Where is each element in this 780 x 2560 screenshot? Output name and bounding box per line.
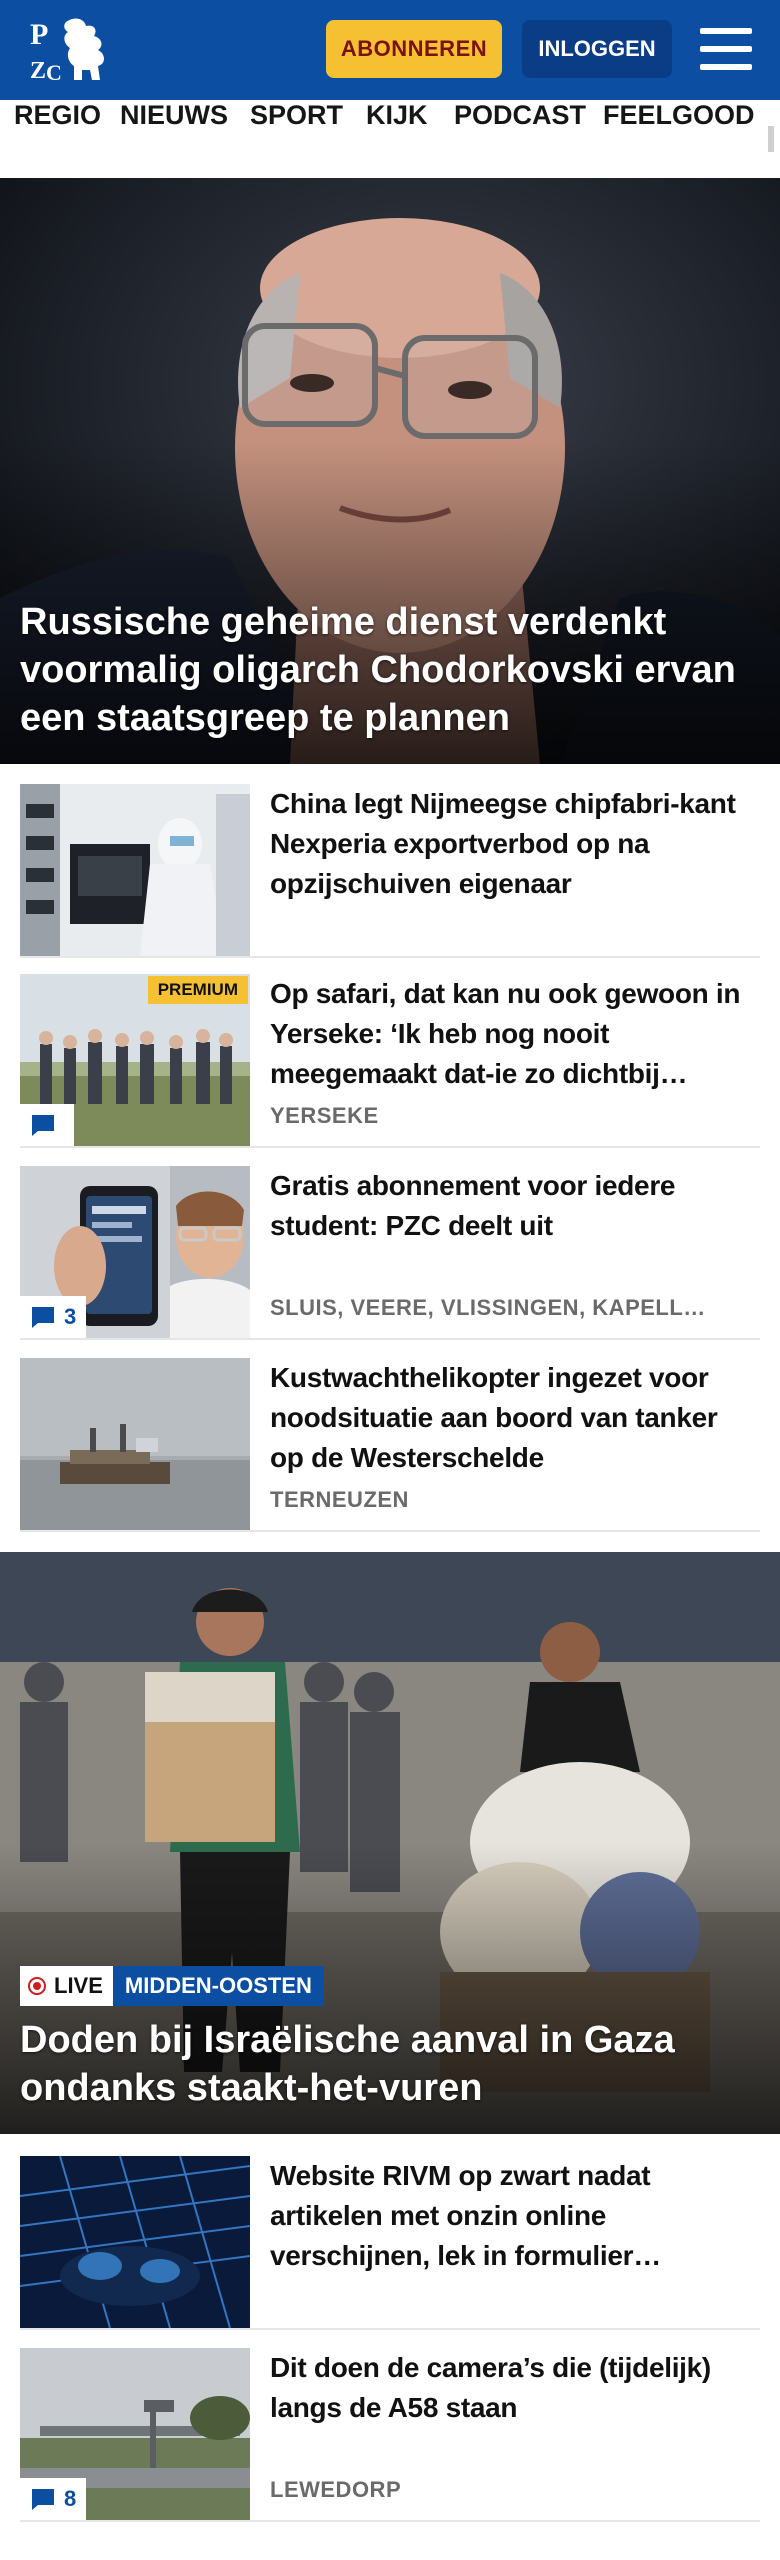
hero-article[interactable]: Russische geheime dienst verdenkt voorma… bbox=[0, 178, 780, 764]
comment-count: 8 bbox=[64, 2486, 77, 2511]
comment-count: 3 bbox=[64, 1304, 77, 1329]
live-tag: LIVE MIDDEN-OOSTEN bbox=[20, 1966, 324, 2006]
comment-count-badge[interactable]: 8 bbox=[20, 2478, 87, 2520]
article-location: YERSEKE bbox=[270, 1103, 379, 1128]
article-title[interactable]: Dit doen de camera’s die (tijdelijk) lan… bbox=[270, 2348, 750, 2428]
nav-item-podcast[interactable]: PODCAST bbox=[454, 100, 586, 178]
live-badge: LIVE bbox=[20, 1966, 113, 2006]
login-button[interactable]: INLOGGEN bbox=[522, 20, 672, 78]
article-thumbnail bbox=[20, 784, 250, 956]
category-badge[interactable]: MIDDEN-OOSTEN bbox=[112, 1966, 324, 2006]
article-thumbnail: 8 bbox=[20, 2348, 250, 2520]
list-item[interactable]: 3 Gratis abonnement voor iedere student:… bbox=[20, 1148, 760, 1340]
article-location: SLUIS, VEERE, VLISSINGEN, KAPELL… bbox=[270, 1295, 706, 1320]
live-label: LIVE bbox=[54, 1973, 103, 1998]
article-title[interactable]: China legt Nijmeegse chipfabri-kant Nexp… bbox=[270, 784, 750, 904]
comment-icon bbox=[32, 1307, 54, 1328]
svg-text:Z: Z bbox=[30, 58, 46, 84]
list-item[interactable]: Website RIVM op zwart nadat artikelen me… bbox=[20, 2138, 760, 2330]
nav-item-nieuws[interactable]: NIEUWS bbox=[120, 100, 228, 178]
premium-badge: PREMIUM bbox=[147, 976, 248, 1004]
article-thumbnail: PREMIUM bbox=[20, 974, 250, 1146]
article-title[interactable]: Gratis abonnement voor iedere student: P… bbox=[270, 1166, 750, 1246]
hamburger-menu-icon[interactable] bbox=[700, 26, 752, 72]
article-title[interactable]: Kustwachthelikopter ingezet voor noodsit… bbox=[270, 1358, 750, 1478]
comment-count-badge[interactable] bbox=[20, 1104, 74, 1146]
article-title[interactable]: Op safari, dat kan nu ook gewoon in Yers… bbox=[270, 974, 750, 1094]
comment-icon bbox=[32, 1115, 54, 1136]
hero-title[interactable]: Russische geheime dienst verdenkt voorma… bbox=[20, 598, 760, 742]
svg-text:P: P bbox=[30, 18, 48, 51]
site-header: P Z C ABONNEREN INLOGGEN bbox=[0, 0, 780, 100]
nav-item-kijk[interactable]: KIJK bbox=[366, 100, 428, 178]
hero-article-live[interactable]: LIVE MIDDEN-OOSTEN Doden bij Israëlische… bbox=[0, 1552, 780, 2134]
nav-item-regio[interactable]: REGIO bbox=[14, 100, 101, 178]
nav-item-feelgood[interactable]: FEELGOOD bbox=[603, 100, 755, 178]
hero2-title[interactable]: Doden bij Israëlische aanval in Gaza ond… bbox=[20, 2016, 760, 2112]
live-dot-icon bbox=[28, 1977, 46, 1995]
article-thumbnail bbox=[20, 1358, 250, 1530]
article-location: TERNEUZEN bbox=[270, 1487, 409, 1512]
pzc-logo[interactable]: P Z C bbox=[28, 14, 112, 86]
article-thumbnail bbox=[20, 2156, 250, 2328]
section-nav: REGIO NIEUWS SPORT KIJK PODCAST FEELGOOD bbox=[0, 100, 780, 179]
svg-text:C: C bbox=[46, 60, 62, 85]
subscribe-button[interactable]: ABONNEREN bbox=[326, 20, 502, 78]
nav-overflow-indicator bbox=[768, 126, 774, 152]
comment-count-badge[interactable]: 3 bbox=[20, 1296, 87, 1338]
list-item[interactable]: PREMIUM Op safari, dat kan nu ook gewoon… bbox=[20, 956, 760, 1148]
nav-item-sport[interactable]: SPORT bbox=[250, 100, 343, 178]
list-item[interactable]: 8 Dit doen de camera’s die (tijdelijk) l… bbox=[20, 2330, 760, 2522]
article-location: LEWEDORP bbox=[270, 2477, 402, 2502]
list-item[interactable]: China legt Nijmeegse chipfabri-kant Nexp… bbox=[20, 766, 760, 958]
list-item[interactable]: Kustwachthelikopter ingezet voor noodsit… bbox=[20, 1340, 760, 1532]
comment-icon bbox=[32, 2489, 54, 2510]
article-title[interactable]: Website RIVM op zwart nadat artikelen me… bbox=[270, 2156, 750, 2276]
article-thumbnail: 3 bbox=[20, 1166, 250, 1338]
